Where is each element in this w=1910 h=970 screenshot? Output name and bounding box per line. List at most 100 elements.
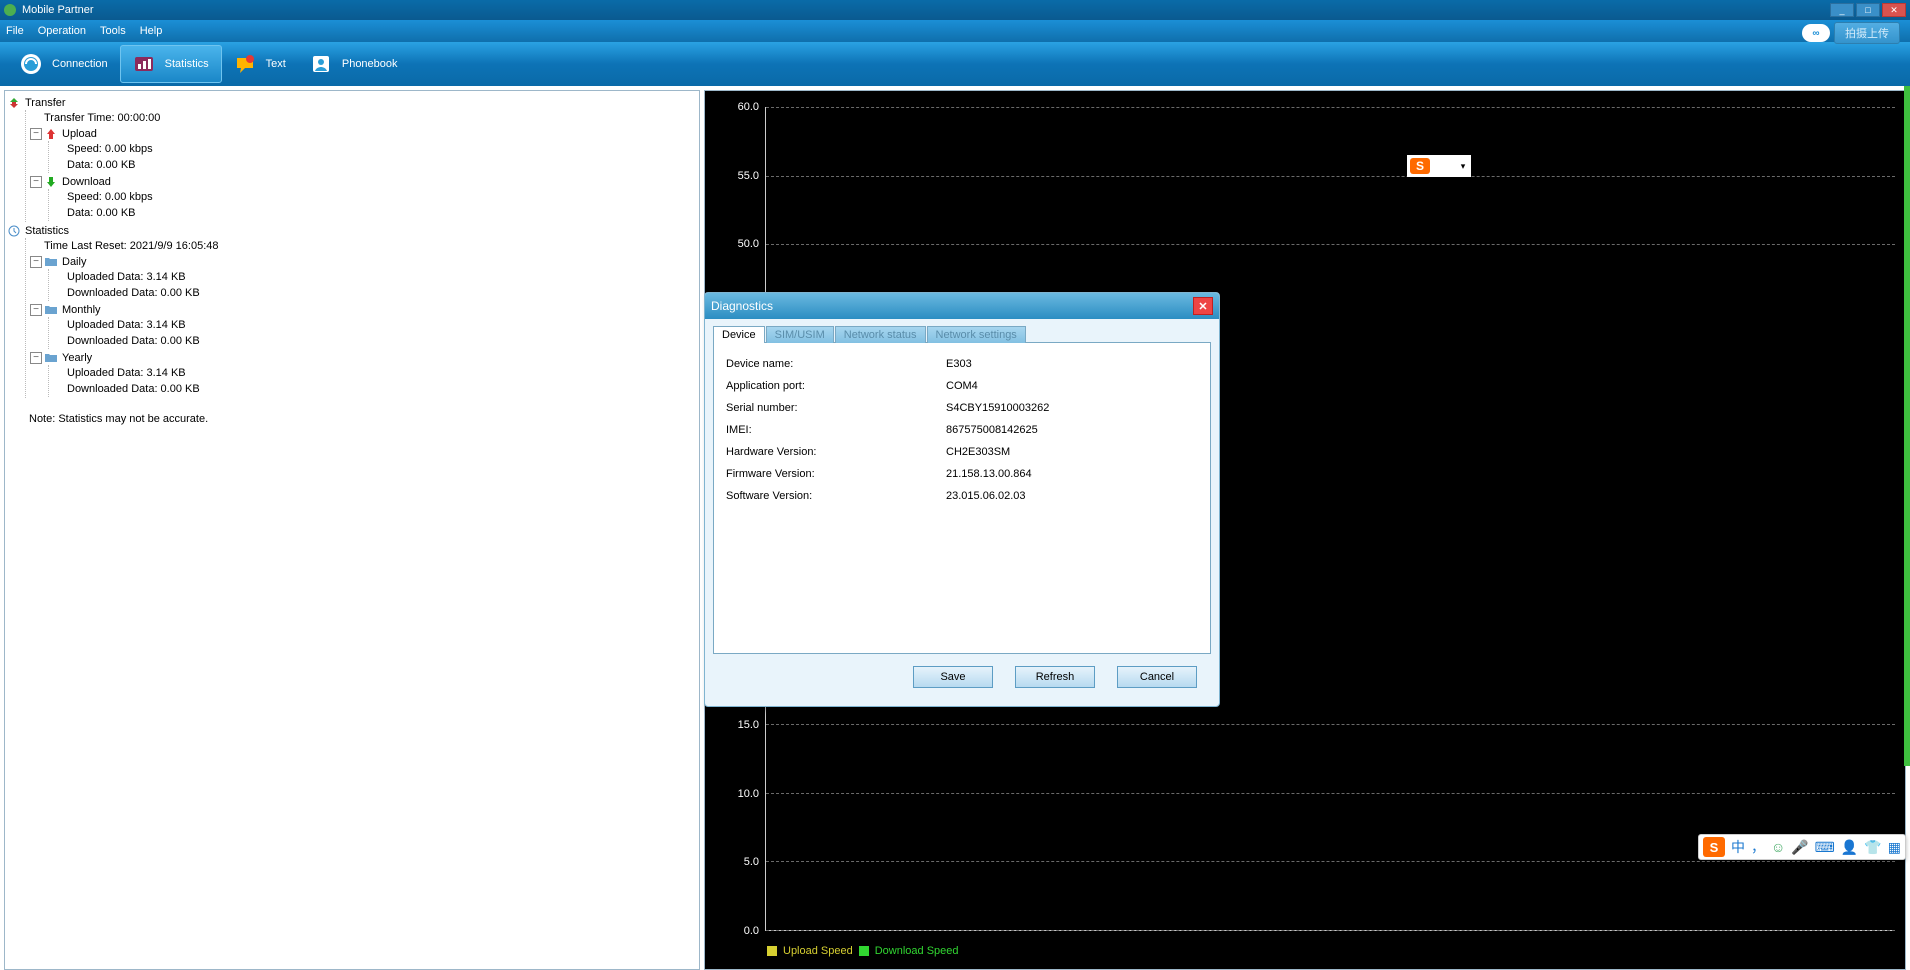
sogou-icon: S xyxy=(1410,158,1430,174)
tree-daily[interactable]: −Daily xyxy=(30,255,697,269)
toolbar-phonebook[interactable]: Phonebook xyxy=(298,45,410,83)
tab-sim-usim[interactable]: SIM/USIM xyxy=(766,326,834,343)
collapse-icon[interactable]: − xyxy=(30,256,42,268)
tab-device[interactable]: Device xyxy=(713,326,765,343)
tree-yearly-up-label: Uploaded Data: 3.14 KB xyxy=(67,367,186,379)
tree-yearly[interactable]: −Yearly xyxy=(30,351,697,365)
application-port-key: Application port: xyxy=(726,375,946,397)
tree-monthly-down-label: Downloaded Data: 0.00 KB xyxy=(67,335,200,347)
tree-time-last-reset-label: Time Last Reset: 2021/9/9 16:05:48 xyxy=(44,240,218,252)
legend-swatch-upload xyxy=(767,946,777,956)
legend-swatch-download xyxy=(859,946,869,956)
tree-download-data: Data: 0.00 KB xyxy=(53,206,697,220)
toolbar: Connection Statistics Text Phonebook xyxy=(0,42,1910,86)
collapse-icon[interactable]: − xyxy=(30,304,42,316)
collapse-icon[interactable]: − xyxy=(30,352,42,364)
tree-upload-speed: Speed: 0.00 kbps xyxy=(53,142,697,156)
collapse-icon[interactable]: − xyxy=(30,176,42,188)
ime-keyboard-icon[interactable]: ⌨ xyxy=(1815,839,1835,856)
dialog-tabs: Device SIM/USIM Network status Network s… xyxy=(713,325,1211,342)
tree-download-speed: Speed: 0.00 kbps xyxy=(53,190,697,204)
download-icon xyxy=(44,175,58,189)
y-tick-label: 60.0 xyxy=(738,101,759,113)
upload-plugin[interactable]: ∞ 拍摄上传 xyxy=(1802,22,1900,44)
ime-skin-icon[interactable]: 👕 xyxy=(1864,839,1881,856)
tree-upload[interactable]: −Upload xyxy=(30,127,697,141)
firmware-version-value: 21.158.13.00.864 xyxy=(946,463,1032,485)
text-icon xyxy=(234,53,256,75)
ime-emoji-icon[interactable]: ☺ xyxy=(1771,839,1785,855)
maximize-button[interactable]: □ xyxy=(1856,3,1880,17)
imei-value: 867575008142625 xyxy=(946,419,1038,441)
diagnostics-dialog: Diagnostics ✕ Device SIM/USIM Network st… xyxy=(704,292,1220,707)
tree-upload-data: Data: 0.00 KB xyxy=(53,158,697,172)
tree-transfer-time: Transfer Time: 00:00:00 xyxy=(30,111,697,125)
phonebook-icon xyxy=(310,53,332,75)
tree-transfer-time-label: Transfer Time: 00:00:00 xyxy=(44,112,160,124)
software-version-value: 23.015.06.02.03 xyxy=(946,485,1026,507)
chart-legend: Upload Speed Download Speed xyxy=(767,945,959,957)
menu-operation[interactable]: Operation xyxy=(38,25,86,37)
dropdown-icon[interactable]: ▾ xyxy=(1458,161,1468,172)
ime-floating-badge[interactable]: S ▾ xyxy=(1407,155,1471,177)
y-tick-label: 0.0 xyxy=(744,925,759,937)
y-tick-label: 55.0 xyxy=(738,170,759,182)
refresh-button[interactable]: Refresh xyxy=(1015,666,1095,688)
sogou-icon[interactable]: S xyxy=(1703,837,1725,857)
tree-upload-speed-label: Speed: 0.00 kbps xyxy=(67,143,153,155)
ime-mic-icon[interactable]: 🎤 xyxy=(1791,839,1808,856)
ime-punct-icon[interactable]: ， xyxy=(1751,837,1765,857)
tree-monthly-up-label: Uploaded Data: 3.14 KB xyxy=(67,319,186,331)
menu-tools[interactable]: Tools xyxy=(100,25,126,37)
y-tick-label: 10.0 xyxy=(738,788,759,800)
minimize-button[interactable]: _ xyxy=(1830,3,1854,17)
toolbar-text[interactable]: Text xyxy=(222,45,298,83)
toolbar-statistics-label: Statistics xyxy=(165,58,209,70)
device-name-value: E303 xyxy=(946,353,972,375)
tree-daily-up: Uploaded Data: 3.14 KB xyxy=(53,270,697,284)
upload-plugin-label: 拍摄上传 xyxy=(1834,22,1900,44)
serial-number-key: Serial number: xyxy=(726,397,946,419)
grid-line xyxy=(766,930,1895,931)
grid-line xyxy=(766,724,1895,725)
toolbar-connection[interactable]: Connection xyxy=(8,45,120,83)
software-version-key: Software Version: xyxy=(726,485,946,507)
hardware-version-value: CH2E303SM xyxy=(946,441,1010,463)
folder-icon xyxy=(44,303,58,317)
grid-line xyxy=(766,861,1895,862)
ime-person-icon[interactable]: 👤 xyxy=(1841,839,1858,856)
tree-upload-data-label: Data: 0.00 KB xyxy=(67,159,136,171)
menu-help[interactable]: Help xyxy=(140,25,163,37)
cancel-button[interactable]: Cancel xyxy=(1117,666,1197,688)
ime-lang-icon[interactable]: 中 xyxy=(1731,837,1745,857)
statistics-note: Note: Statistics may not be accurate. xyxy=(29,413,697,425)
grid-line xyxy=(766,244,1895,245)
tree-download[interactable]: −Download xyxy=(30,175,697,189)
tree-yearly-down-label: Downloaded Data: 0.00 KB xyxy=(67,383,200,395)
dialog-close-icon[interactable]: ✕ xyxy=(1193,297,1213,315)
tree-time-last-reset: Time Last Reset: 2021/9/9 16:05:48 xyxy=(30,239,697,253)
y-tick-label: 15.0 xyxy=(738,719,759,731)
collapse-icon[interactable]: − xyxy=(30,128,42,140)
tree-monthly[interactable]: −Monthly xyxy=(30,303,697,317)
imei-key: IMEI: xyxy=(726,419,946,441)
tree-download-data-label: Data: 0.00 KB xyxy=(67,207,136,219)
save-button[interactable]: Save xyxy=(913,666,993,688)
menu-file[interactable]: File xyxy=(6,25,24,37)
clock-icon xyxy=(7,224,21,238)
tree-statistics[interactable]: Statistics xyxy=(7,224,697,238)
tree-transfer[interactable]: Transfer xyxy=(7,96,697,110)
toolbar-statistics[interactable]: Statistics xyxy=(120,45,222,83)
firmware-version-key: Firmware Version: xyxy=(726,463,946,485)
tab-network-settings[interactable]: Network settings xyxy=(927,326,1026,343)
legend-upload-label: Upload Speed xyxy=(783,945,853,957)
dialog-titlebar[interactable]: Diagnostics ✕ xyxy=(705,293,1219,319)
tab-network-status[interactable]: Network status xyxy=(835,326,926,343)
upload-icon xyxy=(44,127,58,141)
ime-toolbox-icon[interactable]: ▦ xyxy=(1888,839,1901,856)
screen-edge-strip xyxy=(1904,86,1910,766)
transfer-icon xyxy=(7,96,21,110)
ime-toolbar[interactable]: S 中 ， ☺ 🎤 ⌨ 👤 👕 ▦ xyxy=(1698,834,1906,860)
legend-download-label: Download Speed xyxy=(875,945,959,957)
close-button[interactable]: ✕ xyxy=(1882,3,1906,17)
